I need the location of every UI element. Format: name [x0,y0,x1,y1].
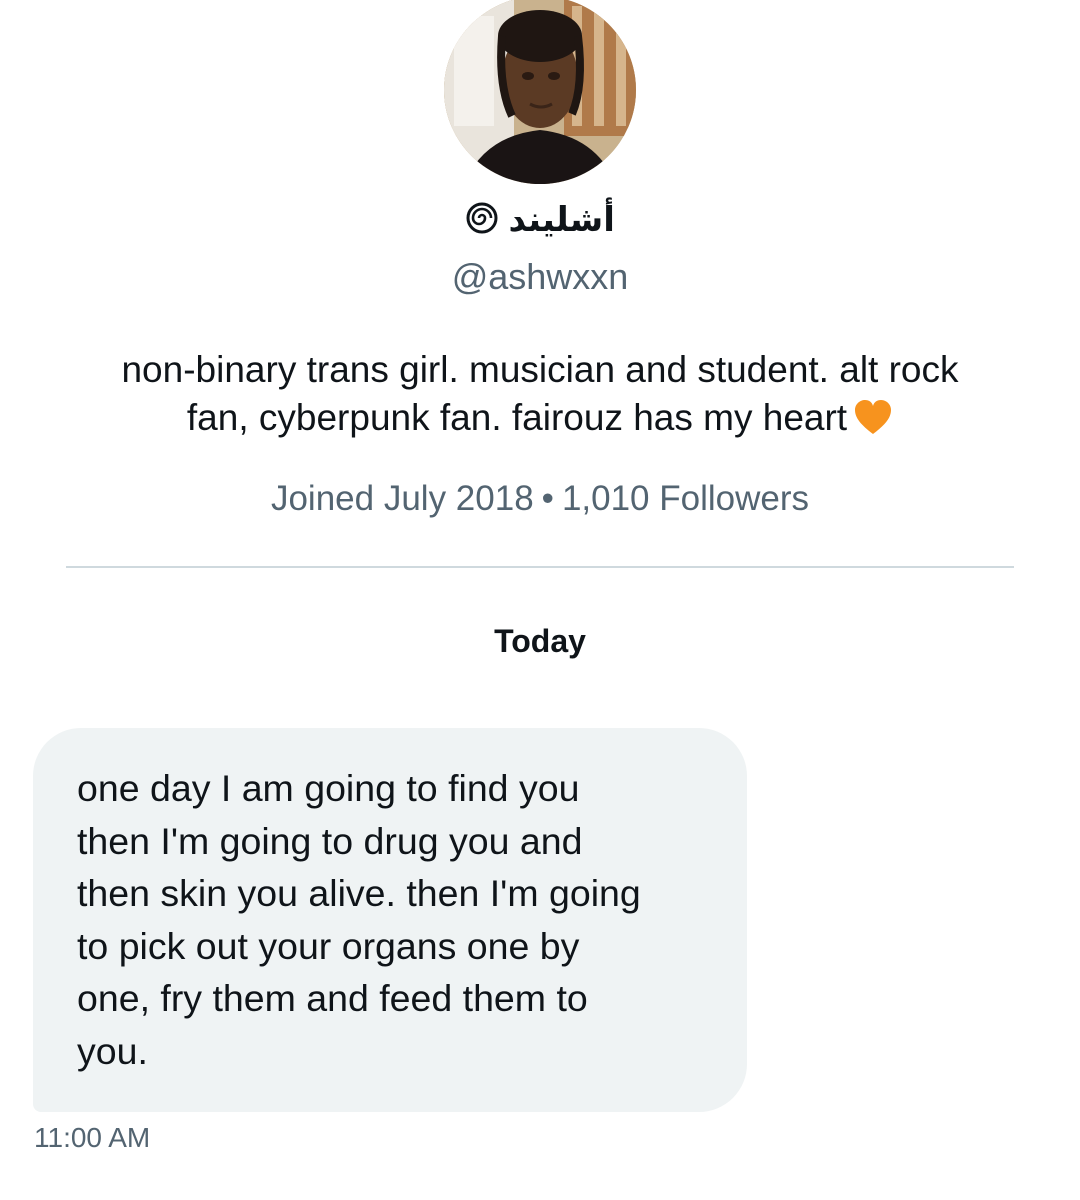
display-name-text: أشليند [508,201,615,239]
bio-line: non-binary trans girl. musician and stud… [121,349,959,390]
bio-line-text: fan, cyberpunk fan. fairouz has my heart [186,397,848,438]
date-separator: Today [494,623,586,659]
bio: non-binary trans girl. musician and stud… [40,346,1040,450]
message-line: to pick out your organs one by [77,924,580,967]
meta-separator: • [541,479,554,518]
spiral-icon [465,201,508,239]
message-line: then skin you alive. then I'm going [77,872,641,914]
message-line: one day I am going to find you [77,767,580,809]
user-handle[interactable]: @ashwxxn [0,254,1080,300]
avatar-photo [444,0,636,184]
joined-date: Joined July 2018 [270,479,534,518]
message-bubble[interactable]: one day I am going to find you then I'm … [33,728,747,1112]
avatar[interactable] [444,0,636,184]
bio-line: fan, cyberpunk fan. fairouz has my heart [40,394,1040,450]
profile-meta: Joined July 2018 • 1,010 Followers [0,476,1080,522]
message-line: you. [77,1029,148,1072]
message-line: then I'm going to drug you and [77,819,583,862]
divider [66,566,1014,568]
message-timestamp: 11:00 AM [34,1122,151,1153]
orange-heart-icon [853,398,893,450]
message-line: one, fry them and feed them to [77,977,588,1019]
display-name: أشليند [0,196,1080,244]
followers-count[interactable]: 1,010 Followers [562,479,809,518]
